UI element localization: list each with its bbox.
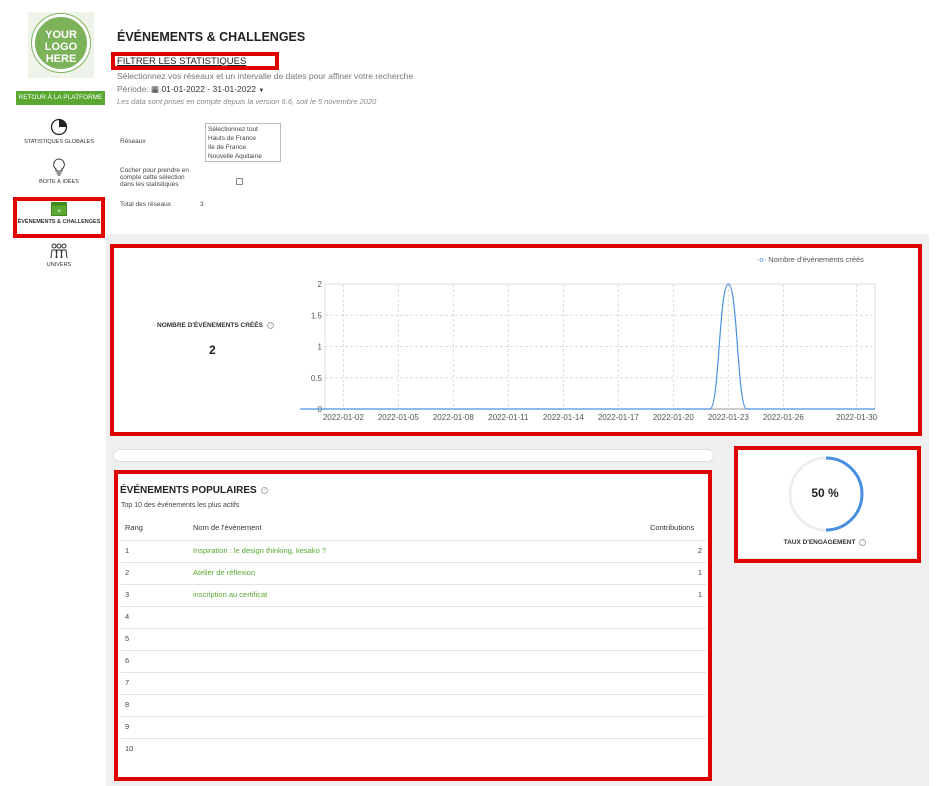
calendar-small-icon: ▦ — [151, 84, 160, 94]
filter-description: Sélectionnez vos réseaux et un intervall… — [117, 71, 414, 81]
logo-text: YOUR — [45, 29, 77, 41]
sidebar: YOUR LOGO HERE RETOUR À LA PLATFORME STA… — [0, 0, 106, 786]
checkbox-label: Cocher pour prendre en compte cette séle… — [120, 167, 190, 188]
caret-down-icon: ▼ — [258, 88, 265, 94]
highlight-frame — [734, 446, 921, 563]
networks-option[interactable]: Sélectionnez tout — [208, 125, 278, 134]
lightbulb-icon — [53, 158, 65, 176]
people-icon — [50, 243, 68, 259]
pie-chart-icon — [50, 118, 68, 136]
highlight-frame — [13, 197, 105, 238]
networks-option[interactable]: Nouvelle Aquitaine — [208, 152, 278, 161]
networks-option[interactable]: Hauts de France — [208, 134, 278, 143]
networks-label: Réseaux — [120, 138, 146, 145]
horizontal-scrollbar[interactable] — [113, 449, 714, 462]
logo-text: LOGO — [44, 41, 78, 53]
total-networks-value: 3 — [200, 201, 204, 208]
period-label: Période: — [117, 84, 149, 94]
total-networks-label: Total des réseaux — [120, 201, 171, 208]
sidebar-item-idea-box[interactable]: BOITE À IDÉES — [14, 158, 104, 185]
logo-badge: YOUR LOGO HERE — [32, 14, 90, 72]
selection-checkbox[interactable] — [236, 178, 243, 185]
networks-option[interactable]: Ile de France — [208, 143, 278, 152]
page-title: ÉVÉNEMENTS & CHALLENGES — [117, 30, 306, 44]
period-value: 01-01-2022 - 31-01-2022 — [161, 84, 256, 94]
highlight-frame — [110, 244, 922, 436]
sidebar-item-label: STATISTIQUES GLOBALES — [24, 139, 94, 145]
version-note: Les data sont prises en compte depuis la… — [117, 97, 377, 106]
networks-select[interactable]: Sélectionnez tout Hauts de France Ile de… — [205, 123, 281, 162]
sidebar-item-universe[interactable]: UNIVERS — [14, 243, 104, 268]
sidebar-item-label: BOITE À IDÉES — [39, 179, 79, 185]
highlight-frame — [111, 52, 279, 70]
highlight-frame — [114, 470, 712, 781]
sidebar-item-label: UNIVERS — [46, 262, 72, 268]
logo-text: HERE — [45, 53, 77, 65]
period-picker[interactable]: Période: ▦ 01-01-2022 - 31-01-2022 ▼ — [117, 84, 264, 95]
sidebar-item-global-stats[interactable]: STATISTIQUES GLOBALES — [14, 118, 104, 145]
logo[interactable]: YOUR LOGO HERE — [28, 12, 94, 78]
back-to-platform-button[interactable]: RETOUR À LA PLATFORME — [16, 91, 105, 105]
